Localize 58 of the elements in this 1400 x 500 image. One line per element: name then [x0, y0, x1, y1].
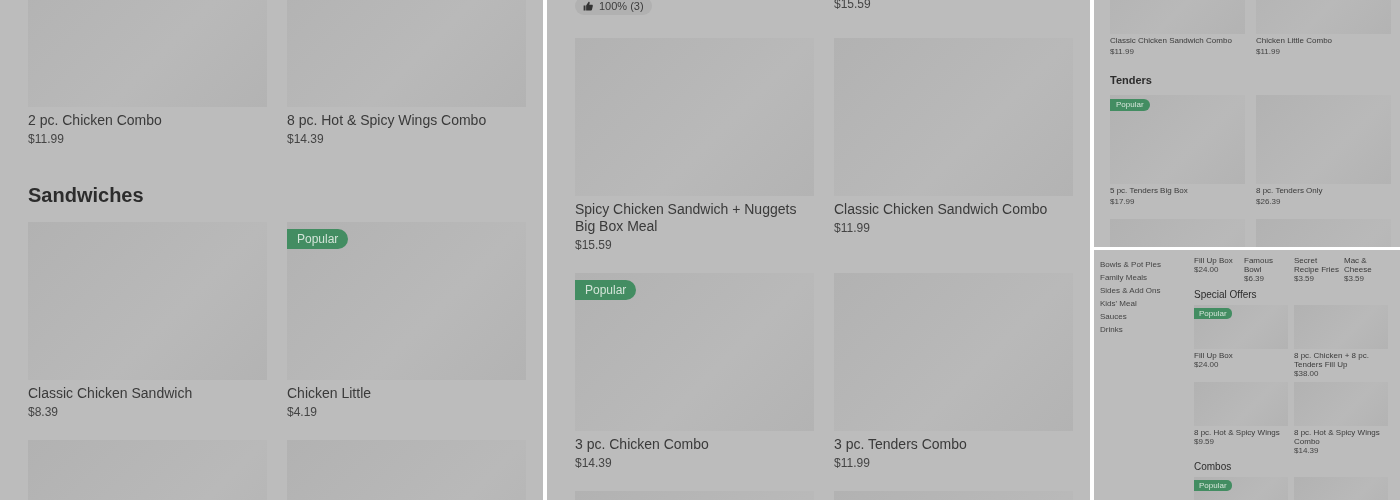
item-price: $17.99	[1110, 197, 1136, 207]
item-price: $11.99	[834, 455, 871, 471]
item-name[interactable]: Chicken Little Combo	[1256, 36, 1391, 46]
sidebar-item[interactable]: Family Meals	[1100, 271, 1194, 284]
item-name[interactable]: Spicy Chicken Sandwich + Nuggets Big Box Meal	[575, 201, 814, 235]
item-name[interactable]: 2 pc. Chicken Combo	[28, 112, 267, 129]
sidebar-item[interactable]: Kids' Meal	[1100, 297, 1194, 310]
item-price: $24.00	[1194, 265, 1220, 274]
item-name[interactable]: 8 pc. Hot & Spicy Wings Combo	[287, 112, 526, 129]
section-heading: Sandwiches	[28, 183, 145, 207]
sidebar-item[interactable]: Drinks	[1100, 323, 1194, 336]
item-name[interactable]: 8 pc. Chicken + 8 pc. Tenders Fill Up	[1294, 351, 1388, 369]
item-name[interactable]: Fill Up Box	[1194, 351, 1288, 360]
sidebar-item[interactable]: Bowls & Pot Pies	[1100, 258, 1194, 271]
item-price: $11.99	[1256, 47, 1281, 57]
section-heading: Combos	[1194, 461, 1233, 473]
item-price: $4.19	[287, 404, 319, 420]
item-name[interactable]: 3 pc. Tenders Combo	[834, 436, 1073, 453]
item-name[interactable]: 8 pc. Hot & Spicy Wings	[1194, 428, 1288, 437]
item-price: $11.99	[28, 131, 65, 147]
item-name[interactable]: Classic Chicken Sandwich	[28, 385, 267, 402]
thumbs-up-icon	[583, 1, 593, 11]
item-name[interactable]: Secret Recipe Fries	[1294, 256, 1340, 274]
item-price: $15.59	[575, 237, 613, 253]
sidebar-item[interactable]: Sauces	[1100, 310, 1194, 323]
item-price: $26.39	[1256, 197, 1282, 207]
popular-badge: Popular	[1194, 480, 1232, 491]
item-price: $6.39	[1244, 274, 1266, 283]
rating-pill: 100% (3)	[575, 0, 652, 15]
item-name[interactable]: Fill Up Box	[1194, 256, 1240, 265]
item-price: $3.59	[1344, 274, 1366, 283]
item-name[interactable]: Mac & Cheese	[1344, 256, 1390, 274]
item-name[interactable]: Chicken Little	[287, 385, 526, 402]
popular-badge: Popular	[1194, 308, 1232, 319]
item-price: $24.00	[1194, 360, 1220, 369]
popular-badge: Popular	[1110, 99, 1150, 111]
item-name[interactable]: 5 pc. Tenders Big Box	[1110, 186, 1245, 196]
item-name[interactable]: Classic Chicken Sandwich Combo	[1110, 36, 1245, 46]
item-price: $14.39	[575, 455, 613, 471]
item-price: $11.99	[834, 220, 871, 236]
item-price: $3.59	[1294, 274, 1316, 283]
popular-badge: Popular	[287, 229, 349, 249]
item-name[interactable]: Famous Bowl	[1244, 256, 1290, 274]
item-price: $8.39	[28, 404, 60, 420]
item-name[interactable]: Classic Chicken Sandwich Combo	[834, 201, 1073, 218]
section-heading: Special Offers	[1194, 289, 1258, 301]
sidebar-item[interactable]: Sides & Add Ons	[1100, 284, 1194, 297]
item-price: $14.39	[1294, 446, 1320, 455]
item-price: $38.00	[1294, 369, 1320, 378]
item-price: $14.39	[287, 131, 325, 147]
item-name[interactable]: 8 pc. Hot & Spicy Wings Combo	[1294, 428, 1388, 446]
item-name[interactable]: 3 pc. Chicken Combo	[575, 436, 814, 453]
section-heading: Tenders	[1110, 73, 1153, 87]
item-price: $11.99	[1110, 47, 1135, 57]
item-price: $9.59	[1194, 437, 1216, 446]
item-price: $15.59	[834, 0, 872, 12]
item-name[interactable]: 8 pc. Tenders Only	[1256, 186, 1391, 196]
popular-badge: Popular	[575, 280, 637, 300]
